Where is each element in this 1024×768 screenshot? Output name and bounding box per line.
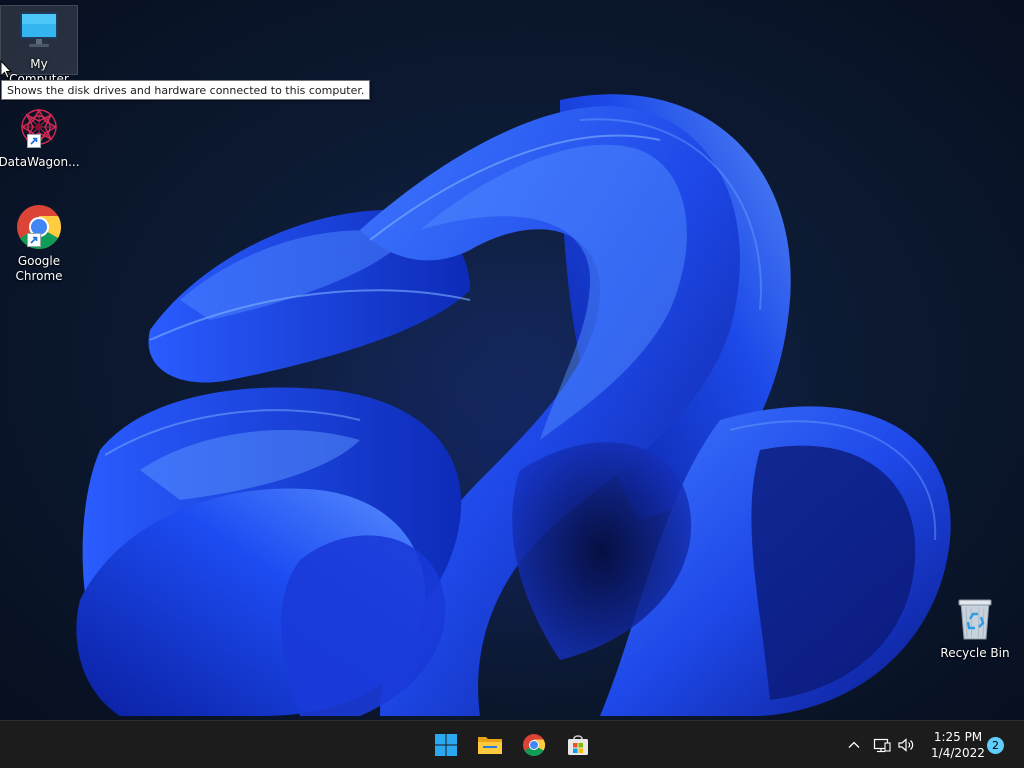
volume-icon[interactable] xyxy=(894,733,918,757)
clock-time: 1:25 PM xyxy=(933,730,983,744)
chrome-icon xyxy=(15,203,63,251)
taskbar-file-explorer[interactable] xyxy=(470,725,510,765)
start-button[interactable] xyxy=(426,725,466,765)
mouse-cursor-icon xyxy=(0,59,13,84)
datawagon-logo-icon xyxy=(15,104,63,152)
desktop-icon-datawagon[interactable]: DataWagon... xyxy=(0,104,80,170)
taskbar-google-chrome[interactable] xyxy=(514,725,554,765)
shortcut-arrow-icon xyxy=(27,134,41,148)
monitor-icon xyxy=(15,6,63,54)
tooltip: Shows the disk drives and hardware conne… xyxy=(1,80,371,100)
recycle-bin-icon xyxy=(951,595,999,643)
folder-icon xyxy=(478,737,502,754)
desktop-icon-label: Google Chrome xyxy=(15,254,63,283)
notification-badge[interactable]: 2 xyxy=(987,737,1004,754)
chrome-icon xyxy=(523,734,545,756)
network-icon[interactable] xyxy=(870,733,894,757)
shortcut-arrow-icon xyxy=(27,233,41,247)
store-bag-icon xyxy=(568,735,588,755)
taskbar: 1:25 PM 1/4/2022 2 xyxy=(0,720,1024,768)
chevron-up-icon[interactable] xyxy=(842,733,866,757)
desktop-icon-label: Recycle Bin xyxy=(940,646,1010,660)
desktop-icon-label: DataWagon... xyxy=(0,155,80,169)
windows-start-icon xyxy=(435,734,457,756)
bloom-wallpaper-art xyxy=(76,94,951,716)
desktop-icon-recycle-bin[interactable]: Recycle Bin xyxy=(936,595,1014,661)
taskbar-clock[interactable]: 1:25 PM 1/4/2022 xyxy=(920,729,996,761)
desktop-icon-google-chrome[interactable]: Google Chrome xyxy=(0,203,78,284)
taskbar-microsoft-store[interactable] xyxy=(558,725,598,765)
desktop-wallpaper xyxy=(0,0,1024,720)
clock-date: 1/4/2022 xyxy=(931,746,985,760)
